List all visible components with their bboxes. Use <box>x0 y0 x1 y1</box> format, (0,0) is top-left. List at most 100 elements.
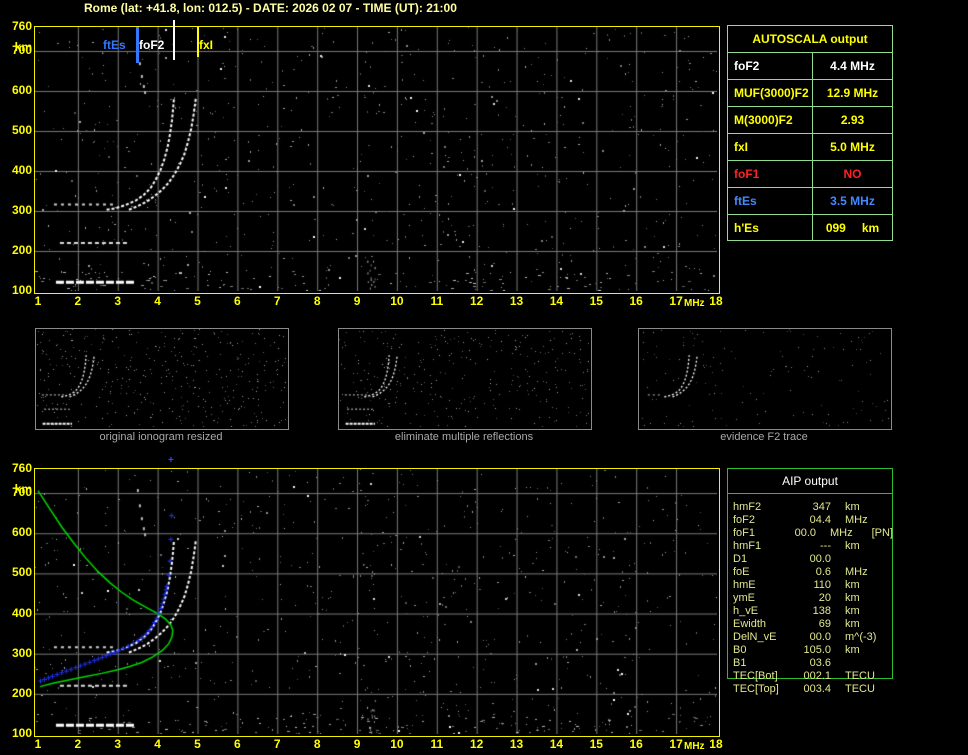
aip-row-value: 0.6 <box>815 566 831 578</box>
x-tick-label: 14 <box>549 294 564 308</box>
aip-row-note <box>887 501 893 514</box>
autoscala-value-text: 4.4 MHz <box>830 59 875 73</box>
x-tick-label: 1 <box>34 294 42 308</box>
x-tick-label: 15 <box>589 294 603 308</box>
aip-row-unit: TECU <box>845 683 875 695</box>
fof2-marker-line <box>172 20 175 60</box>
aip-row-label: foF1 <box>733 527 756 539</box>
aip-row-note <box>887 618 893 631</box>
autoscala-row-label: ftEs <box>728 188 813 214</box>
x-tick-label: 3 <box>114 294 122 308</box>
x-tick-label: 9 <box>353 294 361 308</box>
x-tick-label: 1 <box>34 737 42 751</box>
fof2-marker-label: foF2 <box>139 38 165 52</box>
autoscala-row-label: foF1 <box>728 161 813 187</box>
aip-row-unit: MHz <box>845 566 868 578</box>
x-axis-unit-label: MHz <box>684 298 705 309</box>
aip-row: TEC[Bot] 002.1 TECU <box>727 670 893 683</box>
x-tick-label: 4 <box>154 737 161 751</box>
autoscala-row-label: foF2 <box>728 53 813 79</box>
aip-row-note <box>887 657 893 670</box>
aip-row-value: 03.6 <box>809 657 831 669</box>
aip-row-value: 347 <box>812 501 831 513</box>
x-tick-label: 18 <box>709 737 723 751</box>
thumbnail-canvas <box>639 329 889 427</box>
y-tick-label: 300 <box>11 645 32 660</box>
aip-row-note <box>887 605 893 618</box>
aip-row-note <box>887 592 893 605</box>
autoscala-row: ftEs 3.5 MHz <box>728 188 892 215</box>
autoscala-table-header: AUTOSCALA output <box>728 26 892 53</box>
aip-row-note <box>887 670 893 683</box>
autoscala-row-value: 4.4 MHz <box>813 53 892 79</box>
x-tick-label: 13 <box>509 737 524 751</box>
autoscala-row-value: 12.9 MHz <box>813 80 892 106</box>
autoscala-row-label: fxI <box>728 134 813 160</box>
y-tick-label: 300 <box>11 203 32 217</box>
x-tick-label: 12 <box>469 294 484 308</box>
top-ionogram-plot: ftEs foF2 fxI <box>34 20 720 294</box>
aip-row: foE 0.6 MHz <box>727 566 893 579</box>
x-tick-label: 6 <box>234 737 241 751</box>
autoscala-row-value: 5.0 MHz <box>813 134 892 160</box>
aip-row-value: 00.0 <box>809 553 831 565</box>
aip-row-unit: km <box>845 501 860 513</box>
x-tick-label: 8 <box>313 737 321 751</box>
autoscala-screen: Rome (lat: +41.8, lon: 012.5) - DATE: 20… <box>0 0 968 755</box>
y-tick-label: 200 <box>11 685 32 700</box>
x-tick-label: 10 <box>390 294 404 308</box>
x-tick-label: 14 <box>549 737 564 751</box>
thumbnail-panel <box>638 328 892 430</box>
x-tick-label: 4 <box>154 294 161 308</box>
autoscala-row-value: 2.93 <box>813 107 892 133</box>
aip-row-label: B0 <box>733 644 747 656</box>
aip-row: ymE 20 km <box>727 592 893 605</box>
x-tick-label: 7 <box>273 737 281 751</box>
autoscala-row: MUF(3000)F2 12.9 MHz <box>728 80 892 107</box>
autoscala-row: foF1 NO <box>728 161 892 188</box>
aip-row: hmF2 347 km <box>727 501 893 514</box>
autoscala-row-value: NO <box>813 161 892 187</box>
aip-row: D1 00.0 <box>727 553 893 566</box>
aip-row-value: 69 <box>818 618 831 630</box>
autoscala-row-label: h'Es <box>728 215 813 241</box>
autoscala-value-text: 12.9 MHz <box>826 86 879 100</box>
x-tick-label: 18 <box>709 294 723 308</box>
thumbnail-panel <box>338 328 592 430</box>
autoscala-row: fxI 5.0 MHz <box>728 134 892 161</box>
aip-row-note <box>887 514 893 527</box>
aip-row-unit <box>831 657 887 670</box>
y-tick-label: 500 <box>11 123 32 137</box>
aip-row-label: h_vE <box>733 605 759 617</box>
aip-row-label: TEC[Top] <box>733 683 779 695</box>
aip-row-label: Ewidth <box>733 618 767 630</box>
aip-row-label: hmE <box>733 579 756 591</box>
x-tick-label: 5 <box>194 737 201 751</box>
x-tick-label: 5 <box>194 294 201 308</box>
aip-row-value: 110 <box>813 579 831 591</box>
aip-row-unit: km <box>845 579 860 591</box>
aip-row: foF2 04.4 MHz <box>727 514 893 527</box>
aip-row-unit: km <box>845 592 860 604</box>
thumbnail-caption: original ionogram resized <box>99 431 223 443</box>
aip-row-unit: km <box>845 605 860 617</box>
thumbnail-canvas <box>339 329 589 427</box>
autoscala-row-value: 099 km <box>813 215 892 241</box>
autoscala-row: h'Es 099 km <box>728 215 892 241</box>
page-title: Rome (lat: +41.8, lon: 012.5) - DATE: 20… <box>84 1 457 15</box>
y-tick-label: 400 <box>11 605 32 620</box>
aip-row-unit: km <box>845 644 860 656</box>
x-tick-label: 16 <box>629 737 643 751</box>
aip-row: hmF1 --- km <box>727 540 893 553</box>
aip-row-unit: MHz <box>830 527 853 539</box>
aip-row-label: DelN_vE <box>733 631 777 643</box>
autoscala-value-unit: km <box>861 221 880 235</box>
aip-row-label: ymE <box>733 592 755 604</box>
autoscala-value-text: 5.0 MHz <box>830 140 875 154</box>
aip-row-unit <box>831 553 887 566</box>
aip-row-label: foF2 <box>733 514 756 526</box>
aip-row-label: D1 <box>733 553 748 565</box>
aip-row-unit: km <box>845 540 860 552</box>
thumbnail-caption: evidence F2 trace <box>720 431 808 443</box>
aip-row-label: hmF1 <box>733 540 762 552</box>
